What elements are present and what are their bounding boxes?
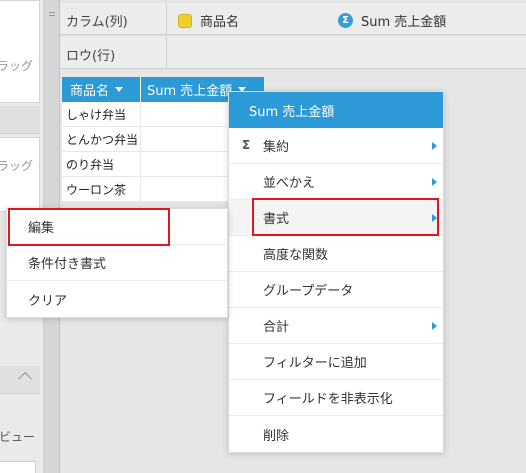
left-panel-section-header	[0, 106, 40, 134]
menu-item-hide-field[interactable]: フィールドを非表示化	[229, 380, 443, 416]
menu-item-label: 合計	[263, 320, 290, 335]
menu-item-add-to-filter[interactable]: フィルターに追加	[229, 344, 443, 380]
submenu-arrow-icon	[432, 322, 437, 330]
submenu-item-conditional-format[interactable]: 条件付き書式	[7, 245, 227, 281]
highlight-box-format	[252, 198, 439, 236]
column-field-product-name[interactable]: 商品名	[178, 11, 239, 30]
submenu-item-clear[interactable]: クリア	[7, 281, 227, 317]
row-product-cell: のり弁当	[62, 152, 141, 176]
pivot-header-label: Sum 売上金額	[147, 84, 233, 99]
view-input[interactable]	[0, 461, 36, 473]
context-menu-title: Sum 売上金額	[229, 92, 443, 128]
columns-shelf[interactable]: カラム(列) 商品名 Σ Sum 売上金額	[60, 3, 526, 35]
filter-fields-box: ラッグ	[0, 137, 40, 212]
menu-item-aggregate[interactable]: Σ 集約	[229, 128, 443, 164]
row-product-cell: ウーロン茶	[62, 177, 141, 201]
sigma-icon: Σ	[242, 138, 251, 152]
view-label: ビュー	[0, 430, 35, 444]
shelf-divider	[166, 3, 167, 35]
pivot-header-product[interactable]: 商品名	[62, 77, 141, 102]
column-field-sum-sales[interactable]: Σ Sum 売上金額	[338, 11, 446, 30]
row-product-cell: とんかつ弁当	[62, 127, 141, 151]
menu-item-sort[interactable]: 並べかえ	[229, 164, 443, 200]
highlight-box-edit	[8, 208, 170, 246]
dimension-square-icon	[178, 13, 192, 28]
field-context-menu: Sum 売上金額 Σ 集約 並べかえ 書式 高度な関数 グループデータ 合計 フ…	[228, 91, 444, 453]
menu-item-label: 並べかえ	[263, 176, 316, 191]
rows-shelf-label: ロウ(行)	[66, 49, 116, 64]
columns-shelf-label: カラム(列)	[66, 15, 128, 30]
dropdown-caret-icon[interactable]	[115, 87, 124, 92]
menu-item-delete[interactable]: 削除	[229, 416, 443, 452]
data-fields-box: ラッグ	[0, 0, 40, 103]
drag-hint-text: ラッグ	[0, 159, 33, 173]
drag-hint-text: ラッグ	[0, 59, 33, 73]
menu-item-label: 集約	[263, 140, 290, 155]
rows-shelf[interactable]: ロウ(行)	[60, 37, 526, 69]
submenu-arrow-icon	[432, 178, 437, 186]
shelf-divider	[166, 37, 167, 69]
menu-item-label: グループデータ	[263, 284, 354, 299]
column-field-label: Sum 売上金額	[361, 15, 447, 30]
menu-item-label: 高度な関数	[263, 248, 329, 263]
menu-item-label: フィールドを非表示化	[263, 392, 393, 407]
row-product-cell: しゃけ弁当	[62, 102, 141, 126]
splitter-grip-icon[interactable]	[49, 12, 55, 16]
menu-item-label: フィルターに追加	[263, 356, 367, 371]
submenu-arrow-icon	[432, 142, 437, 150]
sigma-measure-icon: Σ	[338, 13, 353, 28]
pivot-header-label: 商品名	[70, 84, 110, 99]
menu-item-total[interactable]: 合計	[229, 308, 443, 344]
menu-item-group-data[interactable]: グループデータ	[229, 272, 443, 308]
column-field-label: 商品名	[200, 15, 240, 30]
menu-item-label: 削除	[263, 428, 290, 444]
menu-item-advanced-functions[interactable]: 高度な関数	[229, 236, 443, 272]
